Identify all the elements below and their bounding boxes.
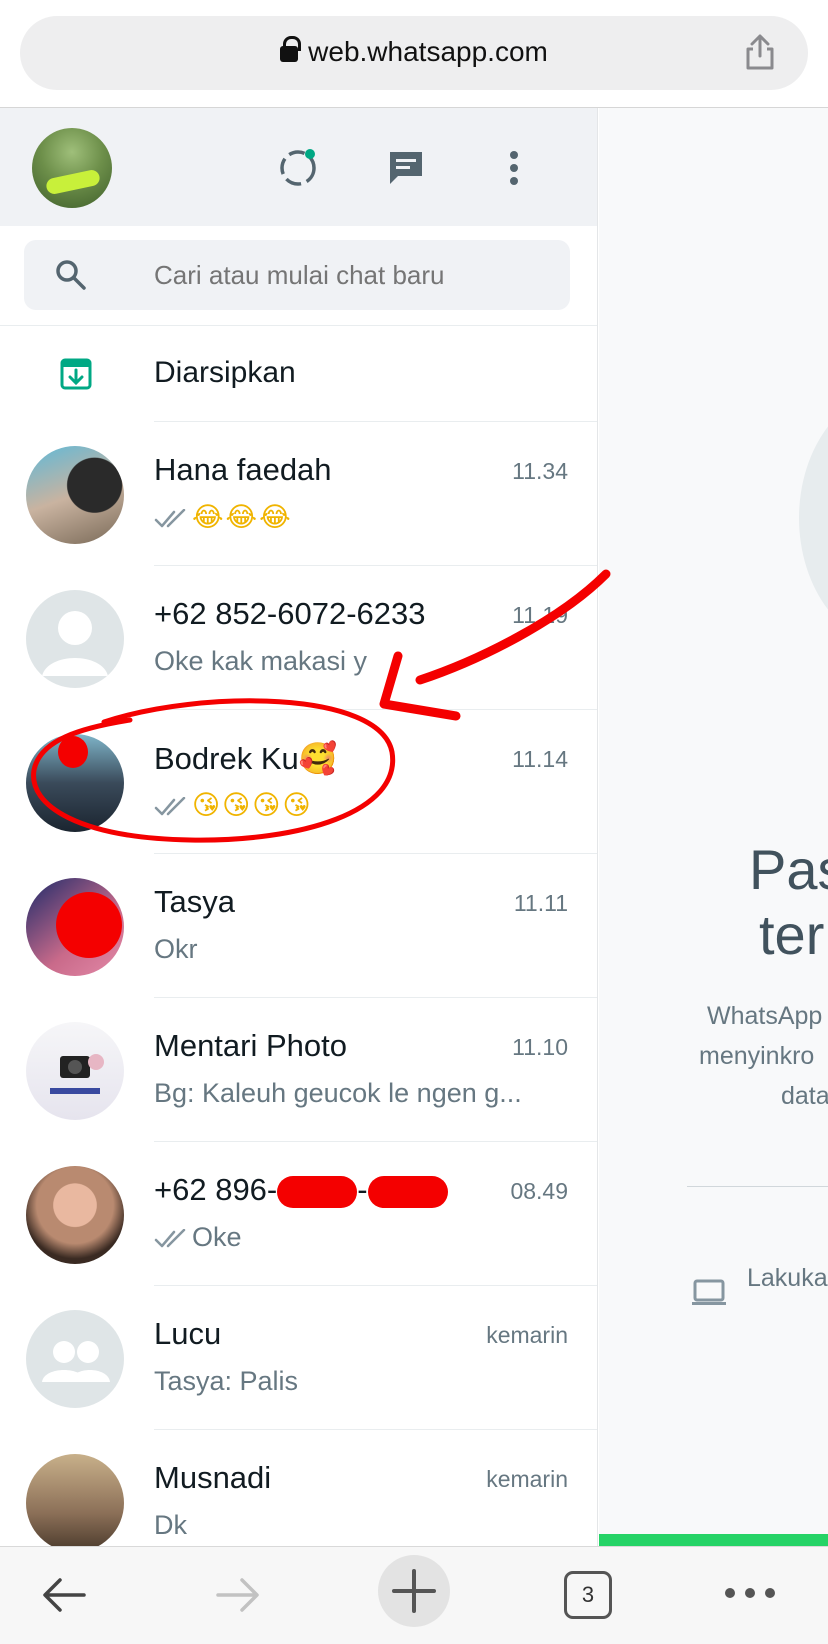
divider — [687, 1186, 828, 1187]
chat-name: Bodrek Ku🥰 — [154, 741, 338, 776]
chat-name: Musnadi — [154, 1460, 272, 1495]
chat-name: Hana faedah — [154, 452, 332, 487]
avatar — [26, 1454, 124, 1546]
chat-row[interactable]: Tasya 11.11 Okr — [0, 854, 597, 998]
chat-message: Oke — [192, 1222, 242, 1252]
avatar — [26, 446, 124, 544]
group-avatar-icon — [26, 1310, 124, 1408]
redaction-mark — [58, 736, 88, 768]
archived-chats-row[interactable]: Diarsipkan — [0, 326, 597, 422]
browser-address-bar-area: web.whatsapp.com — [0, 0, 828, 108]
intro-panel: Pas ter WhatsApp menyinkro data Lakuka — [599, 108, 828, 1546]
menu-icon[interactable] — [492, 146, 536, 190]
archived-label: Diarsipkan — [154, 356, 296, 389]
chat-preview: Oke — [154, 1222, 554, 1253]
status-icon[interactable] — [276, 146, 320, 190]
intro-title-line2: ter — [759, 903, 825, 966]
new-tab-button[interactable] — [378, 1555, 450, 1627]
search-input[interactable] — [154, 260, 554, 291]
intro-title-line1: Pas — [749, 838, 828, 901]
back-arrow-icon[interactable] — [38, 1569, 90, 1621]
search-icon — [56, 260, 86, 290]
profile-header — [0, 108, 597, 226]
archive-icon — [60, 358, 92, 390]
redaction-mark — [56, 892, 122, 958]
intro-body-line: WhatsApp — [707, 1002, 823, 1030]
chat-time: 08.49 — [510, 1178, 568, 1204]
chat-time: kemarin — [486, 1322, 568, 1348]
plus-icon — [392, 1569, 436, 1613]
chat-time: 11.34 — [512, 458, 568, 484]
chat-row[interactable]: Hana faedah 11.34 😂😂😂 — [0, 422, 597, 566]
intro-body-line: data — [781, 1082, 828, 1110]
intro-link-text[interactable]: Lakuka — [747, 1264, 828, 1293]
new-chat-icon[interactable] — [384, 146, 428, 190]
chat-time: 11.10 — [512, 1034, 568, 1060]
double-check-icon — [154, 796, 186, 816]
chat-name: +62 852-6072-6233 — [154, 596, 426, 631]
lock-icon — [280, 36, 302, 62]
avatar — [26, 1166, 124, 1264]
chat-message: Oke kak makasi y — [154, 646, 368, 676]
url-text: web.whatsapp.com — [308, 36, 548, 67]
intro-body: WhatsApp menyinkro data — [699, 996, 828, 1116]
avatar — [26, 878, 124, 976]
chat-time: 11.14 — [512, 746, 568, 772]
chat-row[interactable]: +62 896- - 08.49 Oke — [0, 1142, 597, 1286]
chat-row[interactable]: Musnadi kemarin Dk — [0, 1430, 597, 1546]
chat-list-panel: Diarsipkan Hana faedah 11.34 😂😂😂 +62 852… — [0, 108, 598, 1546]
chat-message: Okr — [154, 934, 198, 964]
browser-toolbar: 3 — [0, 1546, 828, 1644]
intro-illustration — [799, 388, 828, 648]
chat-preview: 😂😂😂 — [154, 502, 554, 533]
double-check-icon — [154, 508, 186, 528]
progress-bar — [599, 1534, 828, 1546]
chat-time: kemarin — [486, 1466, 568, 1492]
tab-switcher-button[interactable]: 3 — [564, 1571, 612, 1619]
my-profile-avatar[interactable] — [32, 128, 112, 208]
chat-row[interactable]: +62 852-6072-6233 11.19 Oke kak makasi y — [0, 566, 597, 710]
avatar — [26, 734, 124, 832]
search-bar[interactable] — [24, 240, 570, 310]
chat-name: Tasya — [154, 884, 235, 919]
redaction-mark — [367, 1175, 448, 1208]
double-check-icon — [154, 1228, 186, 1248]
default-avatar-icon — [26, 590, 124, 688]
chat-row[interactable]: Mentari Photo 11.10 Bg: Kaleuh geucok le… — [0, 998, 597, 1142]
chat-message: Tasya: Palis — [154, 1366, 299, 1396]
url-field[interactable]: web.whatsapp.com — [20, 16, 808, 90]
url-display[interactable]: web.whatsapp.com — [20, 36, 808, 68]
chat-name: +62 896- - — [154, 1172, 448, 1208]
chat-name: Lucu — [154, 1316, 222, 1351]
share-icon[interactable] — [740, 32, 780, 72]
avatar — [26, 1022, 124, 1120]
intro-body-line: menyinkro — [699, 1042, 815, 1070]
chat-row[interactable]: Lucu kemarin Tasya: Palis — [0, 1286, 597, 1430]
chat-message: Dk — [154, 1510, 187, 1540]
chat-message: 😘😘😘😘 — [192, 790, 313, 821]
chat-row[interactable]: Bodrek Ku🥰 11.14 😘😘😘😘 — [0, 710, 597, 854]
more-options-icon[interactable] — [720, 1573, 780, 1613]
forward-arrow-icon[interactable] — [212, 1569, 264, 1621]
chat-time: 11.19 — [512, 602, 568, 628]
chat-preview: 😘😘😘😘 — [154, 790, 554, 821]
chat-message: 😂😂😂 — [192, 502, 293, 533]
chat-name: Mentari Photo — [154, 1028, 347, 1063]
chat-message: Bg: Kaleuh geucok le ngen g... — [154, 1078, 522, 1108]
chat-time: 11.11 — [513, 890, 568, 916]
laptop-icon — [692, 1279, 726, 1305]
redaction-mark — [277, 1175, 358, 1208]
